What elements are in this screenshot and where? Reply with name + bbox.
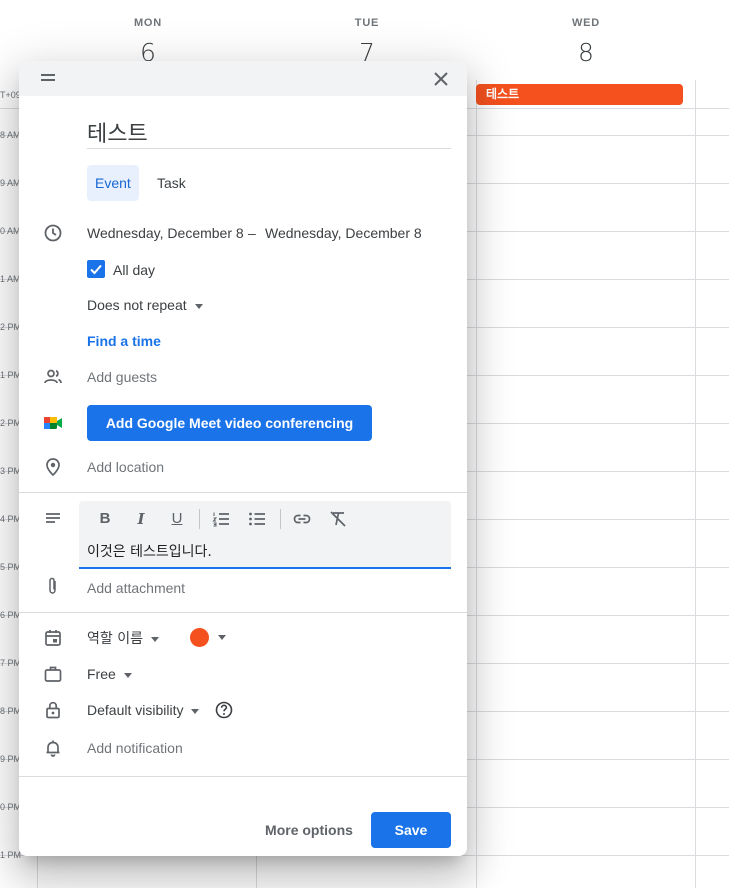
google-meet-icon	[44, 417, 62, 429]
divider	[19, 612, 467, 613]
availability-dropdown[interactable]: Free	[87, 666, 132, 682]
bulleted-list-icon[interactable]	[247, 509, 267, 529]
more-options-button[interactable]: More options	[259, 812, 359, 848]
chevron-down-icon	[194, 303, 203, 309]
numbered-list-icon[interactable]	[211, 509, 231, 529]
all-day-event-chip[interactable]: 테스트	[476, 84, 683, 105]
all-day-label: All day	[113, 262, 156, 278]
toolbar-divider	[199, 509, 200, 529]
divider	[19, 776, 467, 777]
dialog-header[interactable]	[19, 61, 467, 96]
repeat-dropdown[interactable]: Does not repeat	[87, 297, 203, 313]
add-notification-button[interactable]: Add notification	[87, 740, 183, 756]
lock-icon	[46, 701, 60, 719]
close-button[interactable]	[429, 67, 453, 91]
all-day-checkbox[interactable]	[87, 260, 105, 278]
toolbar-divider	[280, 509, 281, 529]
briefcase-icon	[44, 666, 62, 682]
location-pin-icon	[46, 458, 60, 477]
end-date[interactable]: Wednesday, December 8	[265, 225, 422, 241]
visibility-dropdown[interactable]: Default visibility	[87, 702, 200, 718]
italic-button[interactable]: I	[131, 509, 151, 529]
link-icon[interactable]	[292, 509, 312, 529]
bold-button[interactable]: B	[95, 509, 115, 529]
tab-event[interactable]: Event	[87, 165, 139, 201]
calendar-icon	[45, 630, 61, 646]
add-guests-input[interactable]: Add guests	[87, 369, 157, 385]
day-name: MON	[133, 17, 163, 29]
add-google-meet-button[interactable]: Add Google Meet video conferencing	[87, 405, 372, 441]
repeat-value: Does not repeat	[87, 297, 187, 313]
drag-handle-icon[interactable]	[41, 74, 55, 84]
grid-line	[695, 80, 696, 888]
chevron-down-icon	[191, 708, 200, 714]
timezone-label: T+09	[0, 90, 21, 100]
quick-event-dialog: Event Task Wednesday, December 8 – Wedne…	[19, 61, 467, 856]
calendar-name: 역할 이름	[87, 631, 143, 647]
people-icon	[44, 369, 62, 384]
event-color-picker[interactable]	[190, 628, 209, 647]
close-icon	[434, 72, 448, 86]
add-attachment-button[interactable]: Add attachment	[87, 580, 185, 596]
find-a-time-link[interactable]: Find a time	[87, 333, 161, 349]
description-text[interactable]: 이것은 테스트입니다.	[87, 541, 212, 561]
save-button[interactable]: Save	[371, 812, 451, 848]
day-name: WED	[571, 17, 601, 29]
description-icon	[46, 513, 60, 523]
description-editor[interactable]: B I U 이것은 테스트입니다.	[79, 501, 451, 569]
chevron-down-icon	[150, 636, 159, 642]
event-title-input[interactable]	[87, 116, 451, 149]
chevron-down-icon[interactable]	[218, 635, 226, 640]
date-separator: –	[248, 225, 256, 241]
tab-task[interactable]: Task	[149, 165, 194, 201]
start-date[interactable]: Wednesday, December 8	[87, 225, 244, 241]
add-location-input[interactable]: Add location	[87, 459, 164, 475]
calendar-select[interactable]: 역할 이름	[87, 628, 159, 648]
chevron-down-icon	[123, 672, 132, 678]
day-name: TUE	[354, 17, 380, 29]
bell-icon	[46, 740, 60, 757]
help-icon[interactable]	[214, 700, 234, 720]
clear-formatting-icon[interactable]	[328, 509, 348, 529]
checkmark-icon	[90, 264, 102, 275]
divider	[19, 492, 467, 493]
underline-button[interactable]: U	[167, 509, 187, 529]
paperclip-icon	[49, 577, 56, 594]
grid-line	[476, 80, 477, 888]
day-number[interactable]: 8	[476, 38, 696, 67]
availability-value: Free	[87, 666, 116, 682]
hour-label: 1 PM	[0, 850, 22, 860]
clock-icon	[44, 224, 62, 242]
visibility-value: Default visibility	[87, 702, 184, 718]
